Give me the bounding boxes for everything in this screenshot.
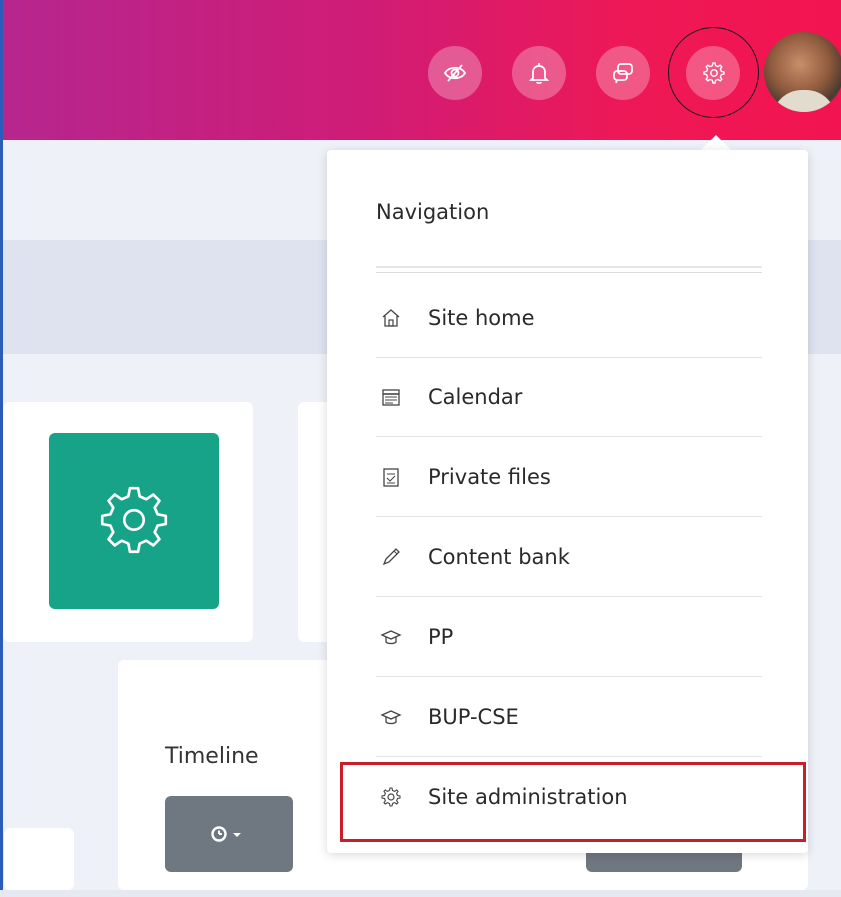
menu-item-label: BUP-CSE (428, 705, 519, 729)
clock-icon (211, 826, 241, 842)
avatar-shirt (772, 90, 836, 112)
eye-slash-icon (443, 64, 467, 82)
page-bottom (0, 890, 841, 897)
menu-item-label: Site home (428, 306, 535, 330)
menu-item-label: Calendar (428, 385, 523, 409)
menu-item-site-home[interactable]: Site home (376, 279, 762, 358)
menu-item-label: PP (428, 625, 454, 649)
side-panel (3, 828, 74, 890)
timeline-filter-button[interactable] (165, 796, 293, 872)
messages-button[interactable] (596, 46, 650, 100)
gear-icon (380, 786, 402, 808)
file-icon (380, 466, 402, 488)
menu-item-calendar[interactable]: Calendar (376, 358, 762, 437)
home-icon (380, 307, 402, 329)
menu-item-bup-cse[interactable]: BUP-CSE (376, 678, 762, 757)
menu-item-content-bank[interactable]: Content bank (376, 518, 762, 597)
calendar-icon (380, 386, 402, 408)
menu-item-site-administration[interactable]: Site administration (376, 758, 762, 836)
menu-item-label: Site administration (428, 785, 628, 809)
avatar[interactable] (764, 32, 841, 112)
dropdown-divider (376, 266, 762, 273)
timeline-heading: Timeline (165, 744, 259, 769)
dropdown-caret (700, 135, 732, 151)
menu-item-pp[interactable]: PP (376, 598, 762, 677)
menu-item-label: Content bank (428, 545, 570, 569)
notifications-button[interactable] (512, 46, 566, 100)
graduation-cap-icon (380, 626, 402, 648)
hide-blocks-button[interactable] (428, 46, 482, 100)
course-tile[interactable] (49, 433, 219, 609)
gear-icon (100, 486, 168, 554)
dropdown-title: Navigation (376, 200, 490, 224)
bell-icon (528, 63, 550, 84)
pencil-icon (380, 546, 402, 568)
annotation-circle (668, 27, 759, 118)
menu-item-private-files[interactable]: Private files (376, 438, 762, 517)
graduation-cap-icon (380, 706, 402, 728)
messages-icon (613, 63, 633, 84)
menu-item-label: Private files (428, 465, 551, 489)
